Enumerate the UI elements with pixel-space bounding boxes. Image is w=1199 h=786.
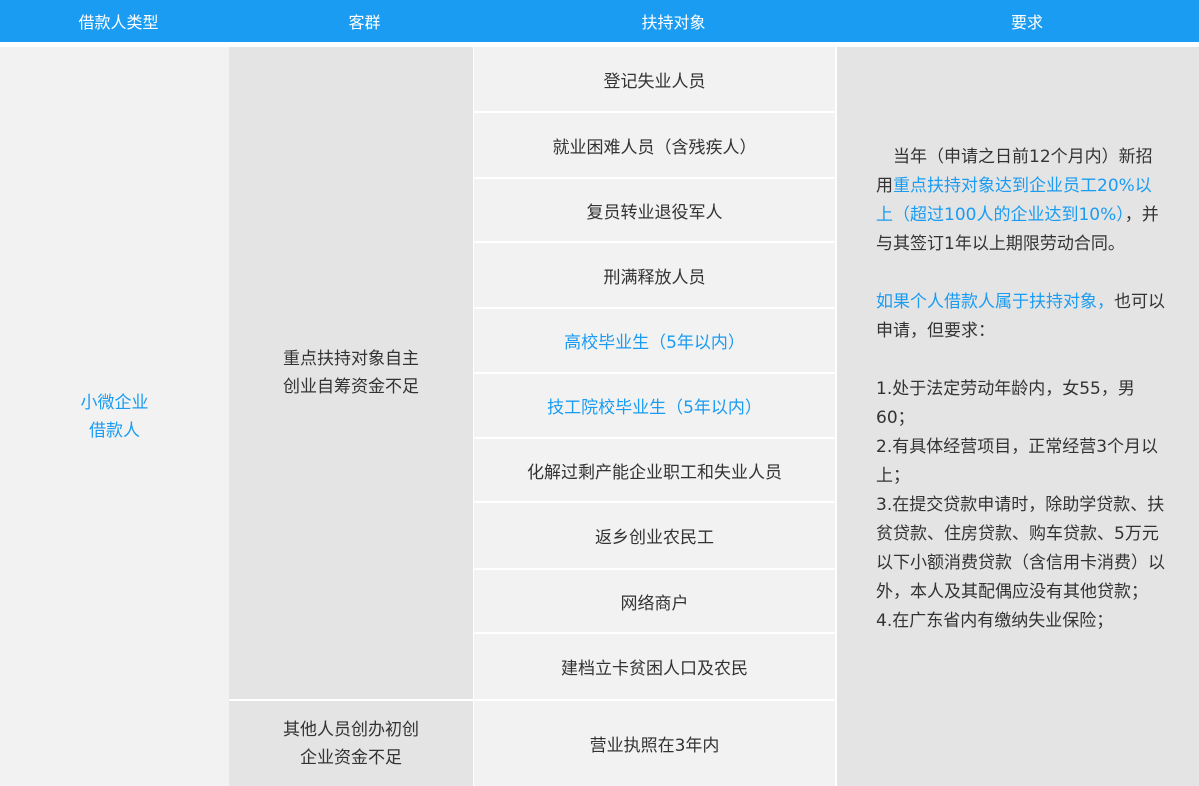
target-label: 高校毕业生（5年以内） <box>564 333 745 353</box>
header-borrower-type: 借款人类型 <box>78 13 159 32</box>
header-requirements: 要求 <box>1010 13 1043 32</box>
target-row: 网络商户 <box>474 570 835 632</box>
requirements-text: 当年（申请之日前12个月内）新招用重点扶持对象达到企业员工20%以上（超过100… <box>876 143 1166 636</box>
target-label: 化解过剩产能企业职工和失业人员 <box>527 462 782 483</box>
borrower-type-line1: 小微企业 <box>80 392 149 413</box>
target-label: 就业困难人员（含残疾人） <box>552 137 757 158</box>
customer-group-column: 重点扶持对象自主 创业自筹资金不足 其他人员创办初创 企业资金不足 <box>229 47 473 786</box>
customer-group-key-targets-label: 重点扶持对象自主 创业自筹资金不足 <box>283 345 419 401</box>
target-row: 登记失业人员 <box>474 47 835 111</box>
policy-table: 借款人类型 客群 扶持对象 要求 小微企业 借款人 重点扶持对象自主 创业自筹资… <box>0 0 1199 786</box>
target-row: 技工院校毕业生（5年以内） <box>474 374 835 437</box>
requirement-paragraph-1: 当年（申请之日前12个月内）新招用重点扶持对象达到企业员工20%以上（超过100… <box>876 143 1166 259</box>
support-target-column: 登记失业人员 就业困难人员（含残疾人） 复员转业退役军人 刑满释放人员 高校毕业… <box>474 47 835 786</box>
customer-group-a-line1: 重点扶持对象自主 <box>283 349 419 369</box>
target-label: 营业执照在3年内 <box>589 736 720 756</box>
target-label: 复员转业退役军人 <box>586 202 723 223</box>
target-label: 登记失业人员 <box>603 71 706 92</box>
target-label: 网络商户 <box>620 593 689 614</box>
customer-group-key-targets: 重点扶持对象自主 创业自筹资金不足 <box>229 47 473 699</box>
header-customer-group: 客群 <box>348 13 381 32</box>
customer-group-b-line1: 其他人员创办初创 <box>283 719 419 740</box>
requirement-item: 1.处于法定劳动年龄内，女55，男60； <box>876 379 1135 428</box>
customer-group-others-label: 其他人员创办初创 企业资金不足 <box>283 716 419 772</box>
requirement-highlight: 重点扶持对象达到企业员工20%以上（超过100人的企业达到10%） <box>876 176 1152 225</box>
target-label: 建档立卡贫困人口及农民 <box>561 659 748 679</box>
requirement-paragraph-2: 如果个人借款人属于扶持对象，也可以申请，但要求： <box>876 288 1166 346</box>
target-row: 返乡创业农民工 <box>474 503 835 568</box>
borrower-type-column: 小微企业 借款人 <box>0 47 229 786</box>
table-header: 借款人类型 客群 扶持对象 要求 <box>0 0 1199 42</box>
requirement-highlight: 如果个人借款人属于扶持对象， <box>876 292 1114 312</box>
target-row: 刑满释放人员 <box>474 243 835 307</box>
requirement-item: 3.在提交贷款申请时，除助学贷款、扶贫贷款、住房贷款、购车贷款、5万元以下小额消… <box>876 495 1165 602</box>
requirement-item: 2.有具体经营项目，正常经营3个月以上； <box>876 437 1159 486</box>
customer-group-b-line2: 企业资金不足 <box>300 747 402 768</box>
target-label: 返乡创业农民工 <box>595 528 714 548</box>
customer-group-others: 其他人员创办初创 企业资金不足 <box>229 701 473 786</box>
target-row: 营业执照在3年内 <box>474 701 835 786</box>
target-row: 建档立卡贫困人口及农民 <box>474 634 835 699</box>
borrower-type-cell: 小微企业 借款人 <box>0 47 229 786</box>
customer-group-a-line2: 创业自筹资金不足 <box>283 377 419 397</box>
target-row: 化解过剩产能企业职工和失业人员 <box>474 439 835 501</box>
target-label: 技工院校毕业生（5年以内） <box>547 398 762 418</box>
borrower-type-line2: 借款人 <box>89 420 140 441</box>
header-support-target: 扶持对象 <box>641 13 706 32</box>
requirement-item: 4.在广东省内有缴纳失业保险； <box>876 611 1114 631</box>
borrower-type-label: 小微企业 借款人 <box>81 389 149 445</box>
requirements-column: 当年（申请之日前12个月内）新招用重点扶持对象达到企业员工20%以上（超过100… <box>837 47 1199 786</box>
target-row: 复员转业退役军人 <box>474 179 835 241</box>
target-row: 就业困难人员（含残疾人） <box>474 113 835 177</box>
target-label: 刑满释放人员 <box>603 267 706 288</box>
target-row: 高校毕业生（5年以内） <box>474 309 835 372</box>
